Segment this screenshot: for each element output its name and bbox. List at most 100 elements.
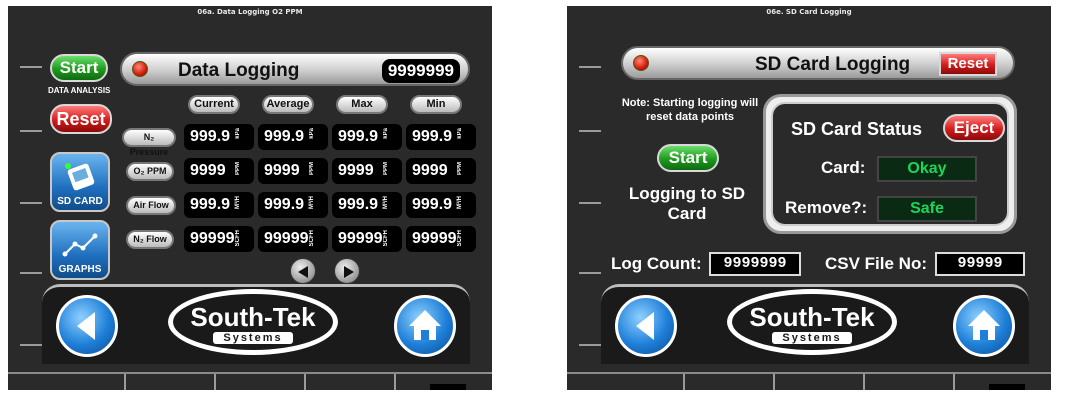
air-flow-average: 999.9 M³/H xyxy=(258,192,328,218)
column-header-min: Min xyxy=(410,95,462,114)
back-button[interactable] xyxy=(615,295,677,357)
n2-flow-min: 99999 SCFH xyxy=(406,226,476,252)
logging-note: Note: Starting logging will reset data p… xyxy=(621,97,759,123)
arrow-left-icon xyxy=(298,266,308,278)
remove-status-value: Safe xyxy=(877,196,977,222)
o2-ppm-min: 9999 PPM xyxy=(406,158,476,184)
reset-button[interactable]: Reset xyxy=(50,104,112,134)
eject-button[interactable]: Eject xyxy=(943,114,1005,142)
graph-icon xyxy=(62,233,98,257)
logo-main-text: South-Tek xyxy=(190,302,316,332)
column-header-max: Max xyxy=(336,95,388,114)
bottom-tick xyxy=(304,374,306,390)
reset-button[interactable]: Reset xyxy=(939,52,997,76)
side-tick xyxy=(579,344,601,346)
data-logging-screen: 06a. Data Logging O2 PPM Data Logging 99… xyxy=(8,6,492,390)
home-icon xyxy=(409,310,441,340)
side-tick xyxy=(579,66,601,68)
sd-card-label: SD CARD xyxy=(57,196,103,207)
bottom-tick xyxy=(124,374,126,390)
bottom-divider xyxy=(567,372,1051,374)
status-led-icon xyxy=(132,61,148,77)
arrow-right-icon xyxy=(344,266,354,278)
row-label-n2-pressure[interactable]: N₂ Pressure xyxy=(122,128,176,157)
page-prev-button[interactable] xyxy=(290,258,316,284)
n2-flow-current: 99999 SCFH xyxy=(184,226,254,252)
start-logging-button[interactable]: Start xyxy=(657,144,719,172)
row-label-o2-ppm[interactable]: O₂ PPM xyxy=(126,162,174,181)
side-tick xyxy=(20,202,42,204)
air-flow-current: 999.9 M³/H xyxy=(184,192,254,218)
footer-bar: South-Tek Systems xyxy=(42,284,470,364)
n2-pressure-average: 999.9 kPa xyxy=(258,124,328,150)
n2-flow-average: 99999 SCFH xyxy=(258,226,328,252)
n2-pressure-min: 999.9 kPa xyxy=(406,124,476,150)
footer-bar: South-Tek Systems xyxy=(601,284,1029,364)
side-tick xyxy=(579,272,601,274)
corner-block xyxy=(430,384,466,390)
header-bar: Data Logging 9999999 xyxy=(120,52,470,86)
side-tick xyxy=(20,130,42,132)
page-title: Data Logging xyxy=(178,60,300,81)
o2-ppm-current: 9999 PPM xyxy=(184,158,254,184)
graphs-button[interactable]: GRAPHS xyxy=(50,220,110,280)
window-title: 06e. SD Card Logging xyxy=(766,8,852,16)
log-count-value: 9999999 xyxy=(709,252,801,276)
sd-card-logging-screen: 06e. SD Card Logging SD Card Logging Res… xyxy=(567,6,1051,390)
side-tick xyxy=(579,130,601,132)
sd-card-button[interactable]: SD CARD xyxy=(50,152,110,212)
n2-pressure-max: 999.9 kPa xyxy=(332,124,402,150)
side-tick xyxy=(20,344,42,346)
side-tick xyxy=(20,272,42,274)
status-title: SD Card Status xyxy=(791,119,923,139)
sd-card-icon xyxy=(65,163,95,191)
logo-sub-text: Systems xyxy=(213,332,293,344)
start-button[interactable]: Start xyxy=(50,54,108,82)
corner-block xyxy=(989,384,1025,390)
air-flow-max: 999.9 M³/H xyxy=(332,192,402,218)
bottom-divider xyxy=(8,372,492,374)
bottom-tick xyxy=(953,374,955,390)
home-icon xyxy=(968,310,1000,340)
total-points-display: 9999999 xyxy=(381,59,460,83)
air-flow-min: 999.9 M³/H xyxy=(406,192,476,218)
log-count-label: Log Count: xyxy=(611,254,702,273)
back-button[interactable] xyxy=(56,295,118,357)
sd-card-status-panel: SD Card Status Eject Card: Okay Remove?:… xyxy=(763,94,1017,234)
data-analysis-label: DATA ANALYSIS xyxy=(48,86,111,95)
side-tick xyxy=(20,66,42,68)
logo-main-text: South-Tek xyxy=(749,302,875,332)
bottom-tick xyxy=(773,374,775,390)
card-label: Card: xyxy=(821,158,866,177)
remove-label: Remove?: xyxy=(785,198,868,217)
csv-file-value: 99999 xyxy=(935,252,1025,276)
logo-sub-text: Systems xyxy=(772,332,852,344)
side-tick xyxy=(579,202,601,204)
header-bar: SD Card Logging Reset xyxy=(621,46,1015,80)
window-title: 06a. Data Logging O2 PPM xyxy=(197,8,303,16)
n2-flow-max: 99999 SCFH xyxy=(332,226,402,252)
bottom-tick xyxy=(214,374,216,390)
back-arrow-icon xyxy=(636,312,654,340)
o2-ppm-max: 9999 PPM xyxy=(332,158,402,184)
csv-file-label: CSV File No: xyxy=(825,254,928,273)
row-label-air-flow[interactable]: Air Flow xyxy=(126,196,176,215)
n2-pressure-current: 999.9 kPa xyxy=(184,124,254,150)
column-header-average: Average xyxy=(262,95,314,114)
page-title: SD Card Logging xyxy=(755,54,911,75)
home-button[interactable] xyxy=(394,295,456,357)
card-status-value: Okay xyxy=(877,156,977,182)
bottom-tick xyxy=(863,374,865,390)
row-label-n2-flow[interactable]: N₂ Flow xyxy=(126,230,174,249)
back-arrow-icon xyxy=(77,312,95,340)
graphs-label: GRAPHS xyxy=(58,264,102,275)
home-button[interactable] xyxy=(953,295,1015,357)
column-header-current: Current xyxy=(188,95,240,114)
status-led-icon xyxy=(633,55,649,71)
south-tek-logo: South-Tek Systems xyxy=(727,289,897,355)
page-next-button[interactable] xyxy=(334,258,360,284)
bottom-tick xyxy=(394,374,396,390)
south-tek-logo: South-Tek Systems xyxy=(168,289,338,355)
logging-status-text: Logging to SD Card xyxy=(628,184,746,223)
bottom-tick xyxy=(683,374,685,390)
